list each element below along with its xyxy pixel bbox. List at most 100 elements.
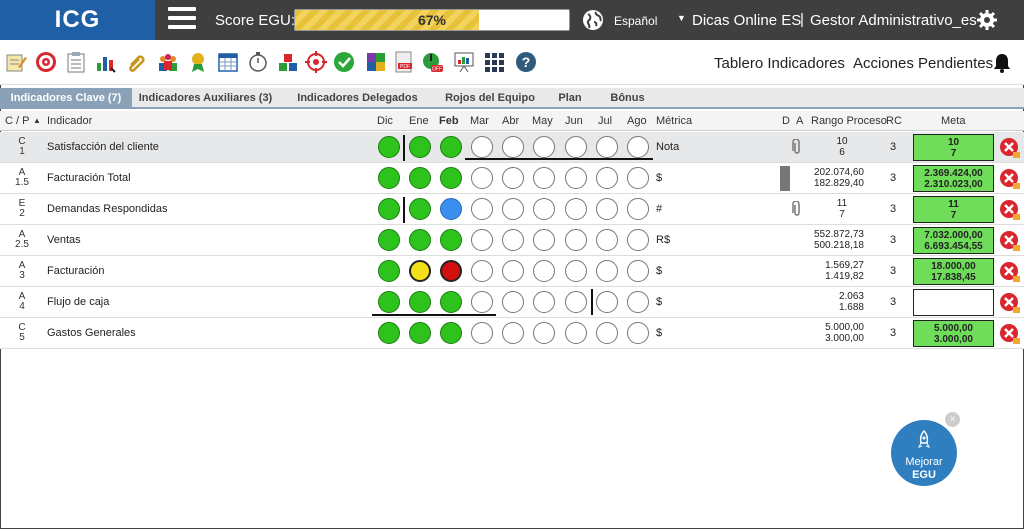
status-circle[interactable] <box>565 291 587 313</box>
delete-icon[interactable] <box>999 199 1021 221</box>
status-circle[interactable] <box>627 167 649 189</box>
delete-icon[interactable] <box>999 323 1021 345</box>
status-circle[interactable] <box>378 322 400 344</box>
status-circle[interactable] <box>440 198 462 220</box>
status-circle[interactable] <box>565 198 587 220</box>
status-circle[interactable] <box>565 136 587 158</box>
status-circle[interactable] <box>533 136 555 158</box>
status-circle[interactable] <box>378 291 400 313</box>
tab-plan[interactable]: Plan <box>550 88 590 109</box>
delete-icon[interactable] <box>999 230 1021 252</box>
status-circle[interactable] <box>440 291 462 313</box>
tab-rojos-del-equipo[interactable]: Rojos del Equipo <box>440 88 540 109</box>
blocks-icon[interactable] <box>277 51 299 73</box>
close-icon[interactable]: × <box>945 412 960 427</box>
status-circle[interactable] <box>627 136 649 158</box>
tab-indicadores-clave[interactable]: Indicadores Clave (7) <box>0 88 132 109</box>
bell-icon[interactable] <box>993 53 1011 73</box>
crosshair-icon[interactable] <box>305 51 327 73</box>
status-circle[interactable] <box>409 260 431 282</box>
status-circle[interactable] <box>596 260 618 282</box>
delete-icon[interactable] <box>999 292 1021 314</box>
chevron-down-icon[interactable]: ▼ <box>677 13 686 23</box>
attach-icon[interactable] <box>127 51 149 73</box>
meta-cell[interactable]: 10 7 <box>913 134 994 161</box>
pdf-icon[interactable]: PDF <box>393 51 415 73</box>
chart-icon[interactable] <box>95 51 117 73</box>
calendar-icon[interactable] <box>217 51 239 73</box>
status-circle[interactable] <box>502 136 524 158</box>
status-circle[interactable] <box>627 229 649 251</box>
table-row[interactable]: A 1.5 Facturación Total $202.074,60 182.829,… <box>0 163 1024 194</box>
sort-icon[interactable]: ▲ <box>33 116 41 125</box>
tablero-indicadores-link[interactable]: Tablero Indicadores <box>714 55 845 72</box>
table-row[interactable]: A 4 Flujo de caja $2.063 1.688 3 <box>0 287 1024 318</box>
award-icon[interactable] <box>187 51 209 73</box>
indicator-name[interactable]: Ventas <box>47 234 81 246</box>
delete-icon[interactable] <box>999 168 1021 190</box>
status-circle[interactable] <box>471 229 493 251</box>
tab-indicadores-auxiliares[interactable]: Indicadores Auxiliares (3) <box>138 88 273 109</box>
status-circle[interactable] <box>471 167 493 189</box>
meta-cell[interactable]: 2.369.424,00 2.310.023,00 <box>913 165 994 192</box>
status-circle[interactable] <box>627 322 649 344</box>
status-circle[interactable] <box>502 167 524 189</box>
indicator-name[interactable]: Demandas Respondidas <box>47 203 167 215</box>
tab-indicadores-delegados[interactable]: Indicadores Delegados (0) <box>290 88 425 125</box>
status-circle[interactable] <box>502 291 524 313</box>
attachment-icon[interactable] <box>792 139 802 155</box>
user-name[interactable]: Gestor Administrativo_es <box>810 12 977 29</box>
team-icon[interactable] <box>157 51 179 73</box>
status-circle[interactable] <box>533 291 555 313</box>
status-circle[interactable] <box>533 167 555 189</box>
status-circle[interactable] <box>596 291 618 313</box>
grid-icon[interactable] <box>483 51 505 73</box>
status-circle[interactable] <box>378 167 400 189</box>
edit-icon[interactable] <box>5 51 27 73</box>
off-icon[interactable]: OFF <box>421 51 443 73</box>
status-circle[interactable] <box>409 136 431 158</box>
status-circle[interactable] <box>440 260 462 282</box>
status-circle[interactable] <box>378 260 400 282</box>
status-circle[interactable] <box>440 229 462 251</box>
acciones-pendientes-link[interactable]: Acciones Pendientes <box>853 55 993 72</box>
status-circle[interactable] <box>502 260 524 282</box>
status-circle[interactable] <box>471 136 493 158</box>
clipboard-icon[interactable] <box>65 51 87 73</box>
status-circle[interactable] <box>565 229 587 251</box>
col-cp[interactable]: C / P <box>5 115 29 127</box>
stopwatch-icon[interactable] <box>247 51 269 73</box>
meta-cell[interactable] <box>913 289 994 316</box>
status-circle[interactable] <box>471 291 493 313</box>
globe-icon[interactable] <box>582 9 604 31</box>
status-circle[interactable] <box>565 260 587 282</box>
status-circle[interactable] <box>627 198 649 220</box>
status-circle[interactable] <box>378 136 400 158</box>
status-circle[interactable] <box>596 229 618 251</box>
indicator-name[interactable]: Facturación <box>47 265 104 277</box>
status-circle[interactable] <box>440 322 462 344</box>
status-circle[interactable] <box>471 260 493 282</box>
puzzle-icon[interactable] <box>365 51 387 73</box>
indicator-name[interactable]: Satisfacción del cliente <box>47 141 159 153</box>
status-circle[interactable] <box>565 322 587 344</box>
status-circle[interactable] <box>627 260 649 282</box>
status-circle[interactable] <box>471 322 493 344</box>
app-logo[interactable]: ICG <box>0 0 155 40</box>
indicator-name[interactable]: Facturación Total <box>47 172 131 184</box>
status-circle[interactable] <box>533 260 555 282</box>
status-circle[interactable] <box>502 322 524 344</box>
menu-icon[interactable] <box>168 7 196 33</box>
status-circle[interactable] <box>533 198 555 220</box>
delete-icon[interactable] <box>999 261 1021 283</box>
status-circle[interactable] <box>409 167 431 189</box>
presentation-icon[interactable] <box>453 51 475 73</box>
tab-bonus[interactable]: Bônus <box>605 88 650 109</box>
meta-cell[interactable]: 7.032.000,00 6.693.454,55 <box>913 227 994 254</box>
table-row[interactable]: A 2.5 Ventas R$ 552.872,73 500.218,18 3 7.032.0… <box>0 225 1024 256</box>
meta-cell[interactable]: 5.000,00 3.000,00 <box>913 320 994 347</box>
status-circle[interactable] <box>596 322 618 344</box>
status-circle[interactable] <box>409 291 431 313</box>
check-icon[interactable] <box>333 51 355 73</box>
status-circle[interactable] <box>409 322 431 344</box>
